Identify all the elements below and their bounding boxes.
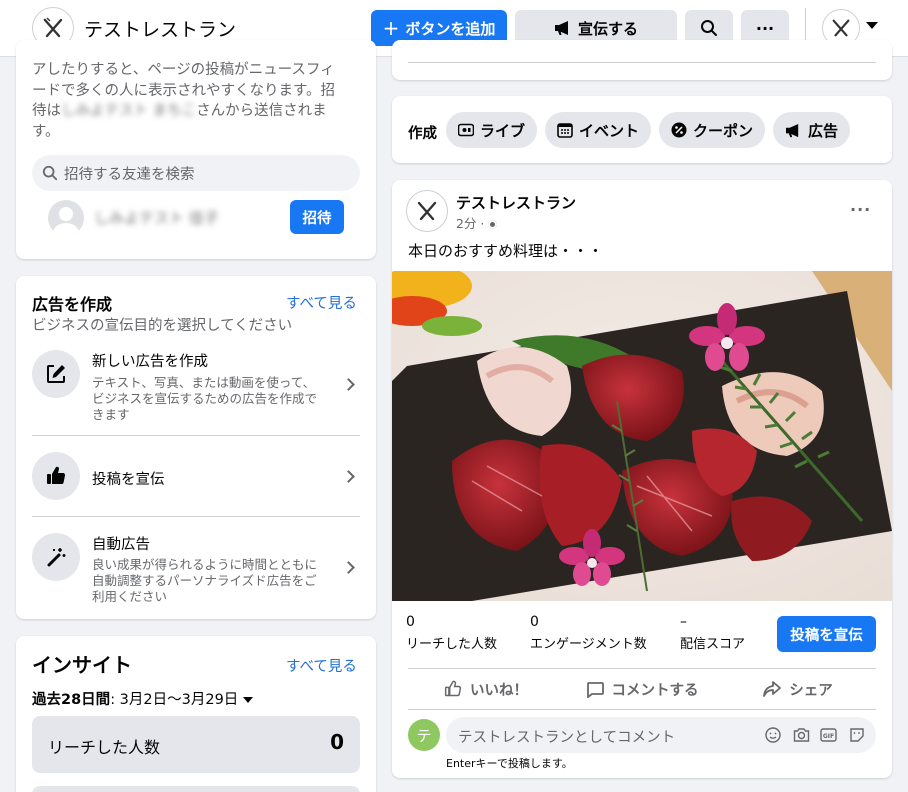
chip-event[interactable]: イベント	[545, 112, 652, 148]
svg-text:GIF: GIF	[823, 733, 834, 740]
share-icon	[763, 681, 782, 697]
share-button[interactable]: シェア	[720, 673, 876, 705]
chip-coupon[interactable]: クーポン	[659, 112, 766, 148]
commenter-avatar[interactable]: テ	[408, 719, 440, 751]
ads-item-boost-post[interactable]: 投稿を宣伝	[16, 436, 376, 516]
post-author[interactable]: テストレストラン	[456, 192, 576, 213]
ads-item-new-ad[interactable]: 新しい広告を作成 テキスト、写真、または動画を使って、 ビジネスを宣伝するための…	[16, 340, 376, 432]
invite-button[interactable]: 招待	[290, 200, 344, 234]
emoji-icon[interactable]	[765, 727, 781, 743]
comment-input[interactable]: テストレストランとしてコメント GIF	[446, 717, 876, 753]
camera-icon[interactable]	[793, 727, 810, 743]
friend-name: しみよテスト 佳子	[94, 209, 219, 227]
post-author-avatar[interactable]	[406, 190, 448, 232]
chevron-right-icon	[342, 561, 355, 574]
enter-hint: Enterキーで投稿します。	[446, 757, 573, 770]
post-text: 本日のおすすめ料理は・・・	[408, 242, 604, 260]
chip-ad[interactable]: 広告	[773, 112, 851, 148]
post-card: テストレストラン 2分 · ··· 本日のおすすめ料理は・・・ 0 リーチした人…	[392, 180, 892, 778]
friend-search-input[interactable]: 招待する友達を検索	[32, 155, 360, 191]
search-icon	[42, 165, 58, 181]
thumbs-up-icon	[444, 680, 462, 697]
caret-down-icon	[242, 697, 253, 703]
comment-button[interactable]: コメントする	[564, 673, 720, 705]
ads-title: 広告を作成	[32, 295, 113, 314]
thumbs-up-icon	[32, 452, 80, 500]
page-title[interactable]: テストレストラン	[84, 15, 236, 42]
fork-knife-icon	[417, 201, 437, 221]
megaphone-icon	[786, 123, 799, 137]
plus-icon: +	[382, 16, 400, 40]
create-post-card: 作成 ライブ イベント クーポン 広告	[392, 96, 892, 163]
gear-icon	[488, 220, 498, 229]
percent-icon	[671, 122, 687, 138]
calendar-icon	[557, 123, 573, 138]
post-image[interactable]	[392, 271, 892, 601]
ads-item-auto-ads[interactable]: 自動広告 良い成果が得られるように時間とともに 自動調整するパーソナライズド広告…	[16, 517, 376, 617]
fork-knife-icon	[832, 19, 850, 37]
chip-live[interactable]: ライブ	[446, 112, 538, 148]
post-time[interactable]: 2分 ·	[456, 213, 498, 232]
create-ad-card: 広告を作成 すべて見る ビジネスの宣伝目的を選択してください 新しい広告を作成 …	[16, 276, 376, 619]
sticker-icon[interactable]	[849, 727, 865, 743]
insights-title: インサイト	[32, 653, 132, 677]
insights-card: インサイト すべて見る 過去28日間: 3月2日〜3月29日 リーチした人数 0	[16, 636, 376, 792]
search-icon	[701, 20, 717, 36]
reach-stat[interactable]: リーチした人数 0	[32, 716, 360, 773]
insights-see-all-link[interactable]: すべて見る	[286, 655, 357, 676]
boost-post-button[interactable]: 投稿を宣伝	[777, 616, 876, 652]
friend-avatar	[48, 200, 84, 236]
chevron-right-icon	[342, 470, 355, 483]
chevron-down-icon[interactable]	[866, 22, 878, 29]
post-more-icon[interactable]: ···	[850, 200, 871, 219]
video-camera-icon	[458, 123, 474, 137]
composer-card-top	[392, 40, 892, 80]
fork-knife-icon	[43, 17, 63, 38]
magic-wand-icon	[32, 533, 80, 581]
comment-icon	[586, 682, 604, 698]
ads-see-all-link[interactable]: すべて見る	[286, 292, 357, 313]
edit-icon	[32, 350, 80, 398]
more-icon: ···	[755, 18, 775, 38]
chevron-right-icon	[342, 378, 355, 391]
megaphone-icon	[554, 21, 568, 35]
period-selector[interactable]: 過去28日間: 3月2日〜3月29日	[32, 688, 253, 709]
gif-icon[interactable]: GIF	[820, 727, 837, 743]
like-button[interactable]: いいね！	[408, 673, 564, 705]
invite-card: アしたりすると、ページの投稿がニュースフィ ードで多くの人に表示されやすくなりま…	[16, 40, 376, 259]
